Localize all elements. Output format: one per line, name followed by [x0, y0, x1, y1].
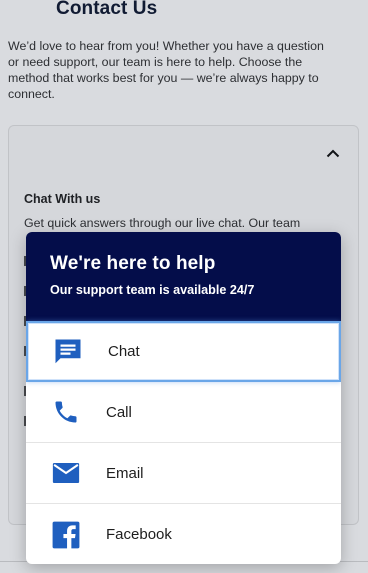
facebook-option-button[interactable]: Facebook: [26, 504, 341, 564]
popup-subtitle: Our support team is available 24/7: [50, 283, 255, 297]
chat-icon: [52, 336, 84, 368]
call-option-button[interactable]: Call: [26, 382, 341, 443]
chat-option-button[interactable]: Chat: [26, 321, 341, 382]
popup-title: We're here to help: [50, 253, 216, 274]
email-option-button[interactable]: Email: [26, 443, 341, 504]
call-option-label: Call: [106, 403, 132, 421]
email-option-label: Email: [106, 464, 144, 482]
phone-icon: [50, 396, 82, 428]
popup-header: We're here to help Our support team is a…: [26, 232, 341, 321]
email-icon: [50, 457, 82, 489]
facebook-icon: [50, 519, 82, 551]
chat-option-label: Chat: [108, 343, 140, 360]
facebook-option-label: Facebook: [106, 526, 172, 543]
help-popup: We're here to help Our support team is a…: [26, 232, 341, 564]
